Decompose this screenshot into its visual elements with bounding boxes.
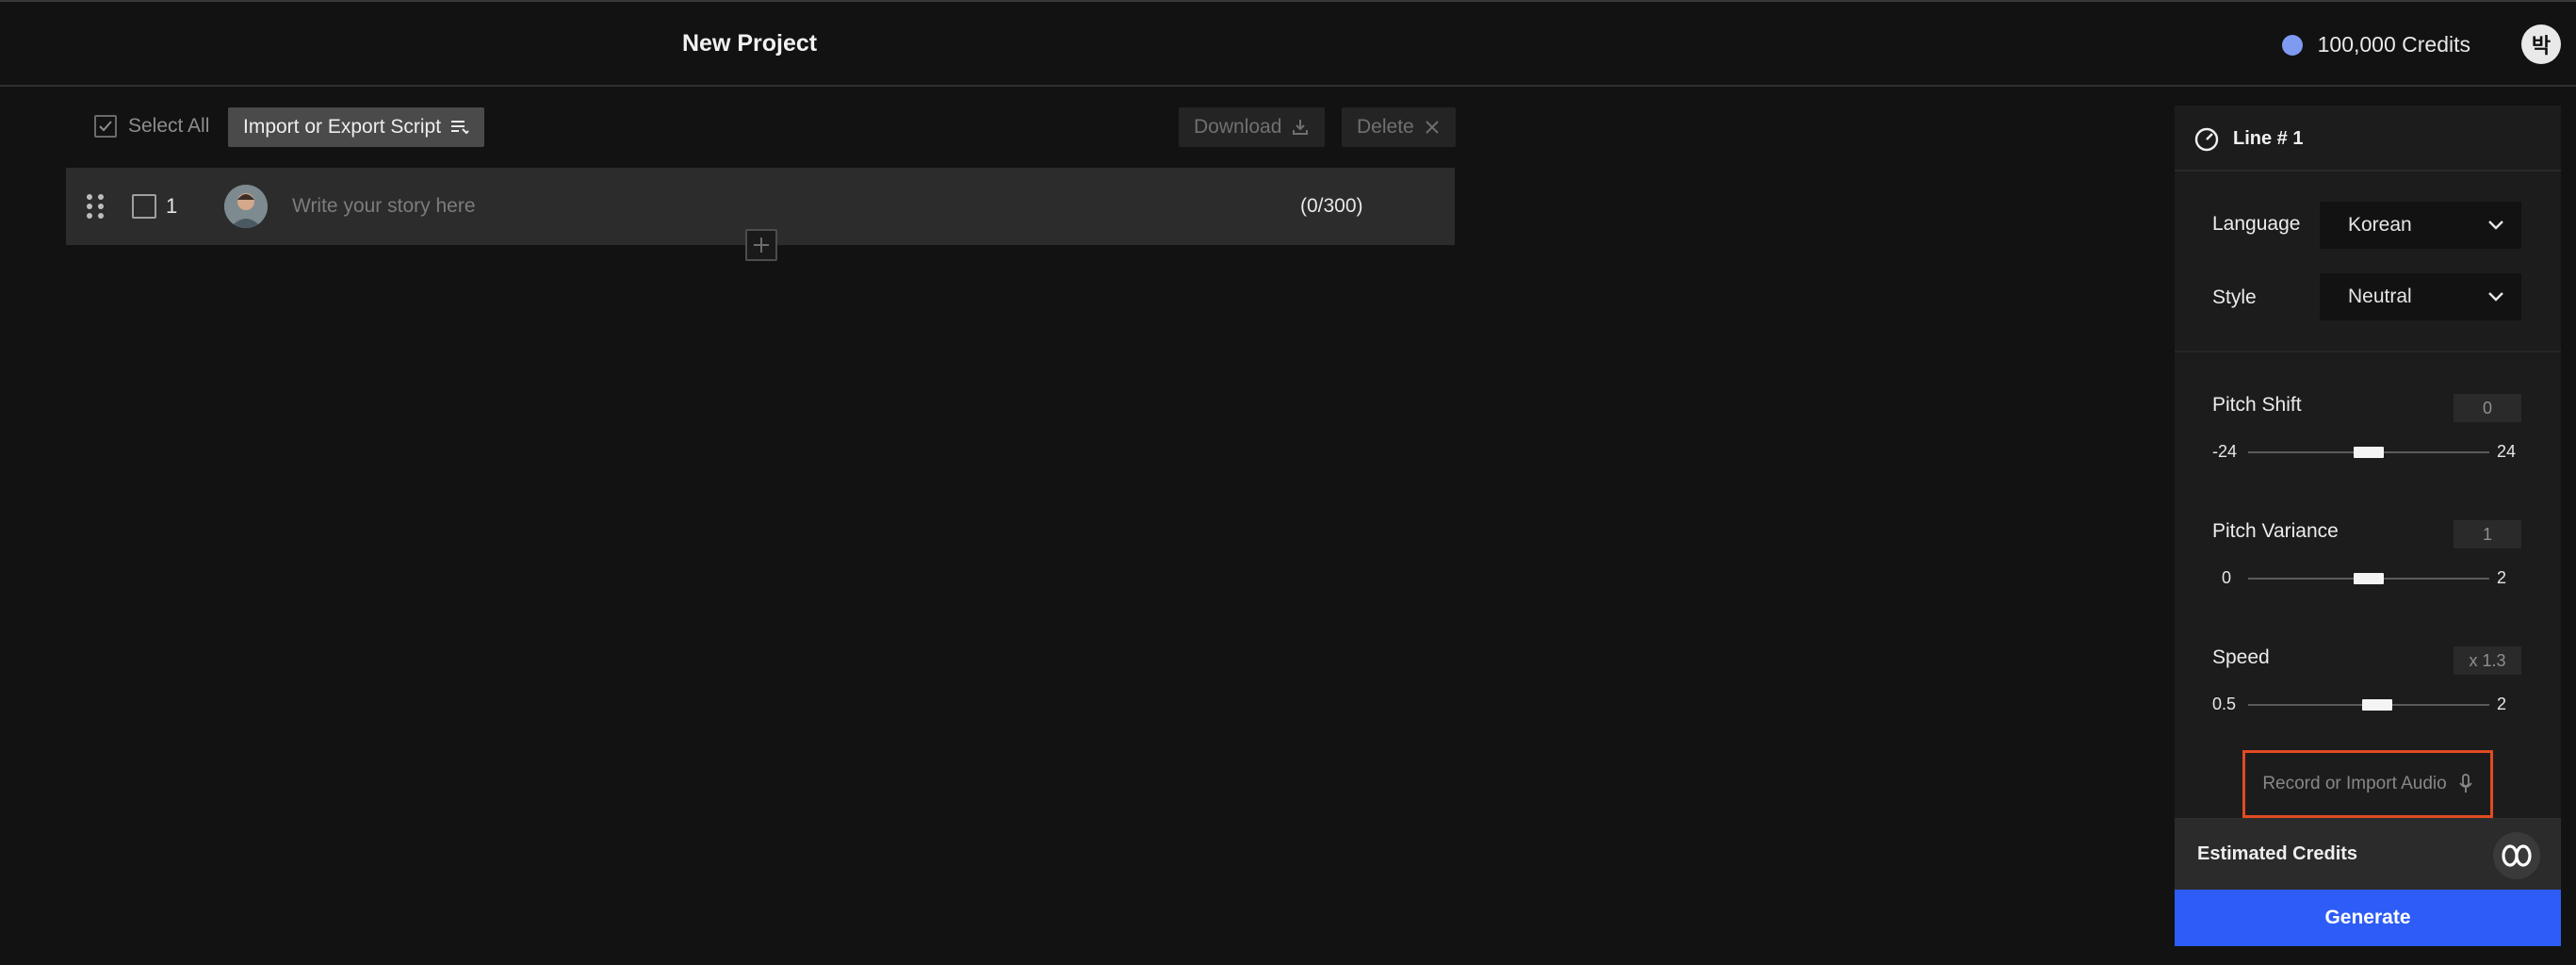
credits-indicator: 100,000 Credits xyxy=(2281,32,2470,57)
select-all-control[interactable]: Select All xyxy=(94,115,209,138)
panel-divider xyxy=(2175,351,2561,352)
panel-header: Line # 1 xyxy=(2175,106,2561,172)
language-select[interactable]: Korean xyxy=(2320,202,2521,249)
delete-button[interactable]: Delete xyxy=(1342,107,1456,147)
pitch-shift-value[interactable]: 0 xyxy=(2454,394,2521,422)
speed-max: 2 xyxy=(2497,695,2507,713)
import-export-script-button[interactable]: Import or Export Script xyxy=(228,107,485,147)
row-number: 1 xyxy=(166,194,178,218)
import-export-label: Import or Export Script xyxy=(243,116,442,138)
credit-dot-icon xyxy=(2281,34,2303,56)
row-checkbox[interactable] xyxy=(132,194,156,219)
voice-avatar-icon xyxy=(224,185,268,228)
user-initial: 박 xyxy=(2531,34,2552,57)
select-all-checkbox[interactable] xyxy=(94,115,117,138)
record-import-label: Record or Import Audio xyxy=(2262,774,2447,793)
pitch-shift-label: Pitch Shift xyxy=(2212,394,2302,416)
script-list-icon xyxy=(451,121,469,135)
record-import-audio-button[interactable]: Record or Import Audio xyxy=(2242,750,2493,818)
credits-label: 100,000 Credits xyxy=(2317,32,2470,57)
voice-avatar[interactable] xyxy=(224,185,268,228)
pitch-variance-max: 2 xyxy=(2497,568,2507,587)
style-value: Neutral xyxy=(2348,286,2412,307)
page-title: New Project xyxy=(682,30,818,57)
pitch-variance-label: Pitch Variance xyxy=(2212,520,2339,542)
language-value: Korean xyxy=(2348,214,2412,236)
chevron-down-icon xyxy=(2488,221,2503,230)
download-icon xyxy=(1293,120,1309,135)
style-select[interactable]: Neutral xyxy=(2320,273,2521,320)
pitch-shift-max: 24 xyxy=(2497,442,2517,461)
download-button[interactable]: Download xyxy=(1179,107,1326,147)
estimated-credits-label: Estimated Credits xyxy=(2197,843,2358,864)
top-bar: New Project 100,000 Credits 박 xyxy=(0,0,2576,87)
user-avatar[interactable]: 박 xyxy=(2521,25,2561,64)
select-all-label: Select All xyxy=(128,115,210,137)
pitch-shift-slider[interactable] xyxy=(2248,447,2489,458)
delete-label: Delete xyxy=(1357,116,1414,138)
chevron-down-icon xyxy=(2488,292,2503,302)
pitch-shift-min: -24 xyxy=(2212,442,2238,461)
line-settings-panel: Line # 1 Language Korean Style Neutral P… xyxy=(2175,106,2561,946)
script-toolbar: Select All Import or Export Script Downl… xyxy=(0,87,1470,168)
language-label: Language xyxy=(2212,213,2301,235)
pitch-variance-thumb[interactable] xyxy=(2354,573,2384,584)
speed-thumb[interactable] xyxy=(2361,699,2392,711)
style-label: Style xyxy=(2212,286,2257,308)
microphone-icon xyxy=(2458,774,2472,793)
pitch-variance-slider[interactable] xyxy=(2248,573,2489,584)
story-input[interactable] xyxy=(290,187,1138,226)
checkmark-icon xyxy=(99,121,112,132)
close-icon xyxy=(1425,121,1439,134)
download-label: Download xyxy=(1194,116,1282,138)
estimated-credits-bar: Estimated Credits xyxy=(2175,818,2561,890)
speed-min: 0.5 xyxy=(2212,695,2237,713)
pitch-shift-thumb[interactable] xyxy=(2354,447,2384,458)
plus-icon xyxy=(754,237,769,253)
generate-button[interactable]: Generate xyxy=(2175,890,2561,946)
speed-value[interactable]: x 1.3 xyxy=(2454,646,2521,675)
character-count: (0/300) xyxy=(1300,195,1363,217)
speed-label: Speed xyxy=(2212,646,2270,668)
speed-slider[interactable] xyxy=(2248,699,2489,711)
pitch-variance-value[interactable]: 1 xyxy=(2454,520,2521,548)
timer-icon xyxy=(2194,127,2219,152)
line-title: Line # 1 xyxy=(2233,128,2304,149)
drag-handle-icon[interactable] xyxy=(87,194,104,219)
loading-icon xyxy=(2493,832,2540,879)
add-line-button[interactable] xyxy=(745,229,777,261)
